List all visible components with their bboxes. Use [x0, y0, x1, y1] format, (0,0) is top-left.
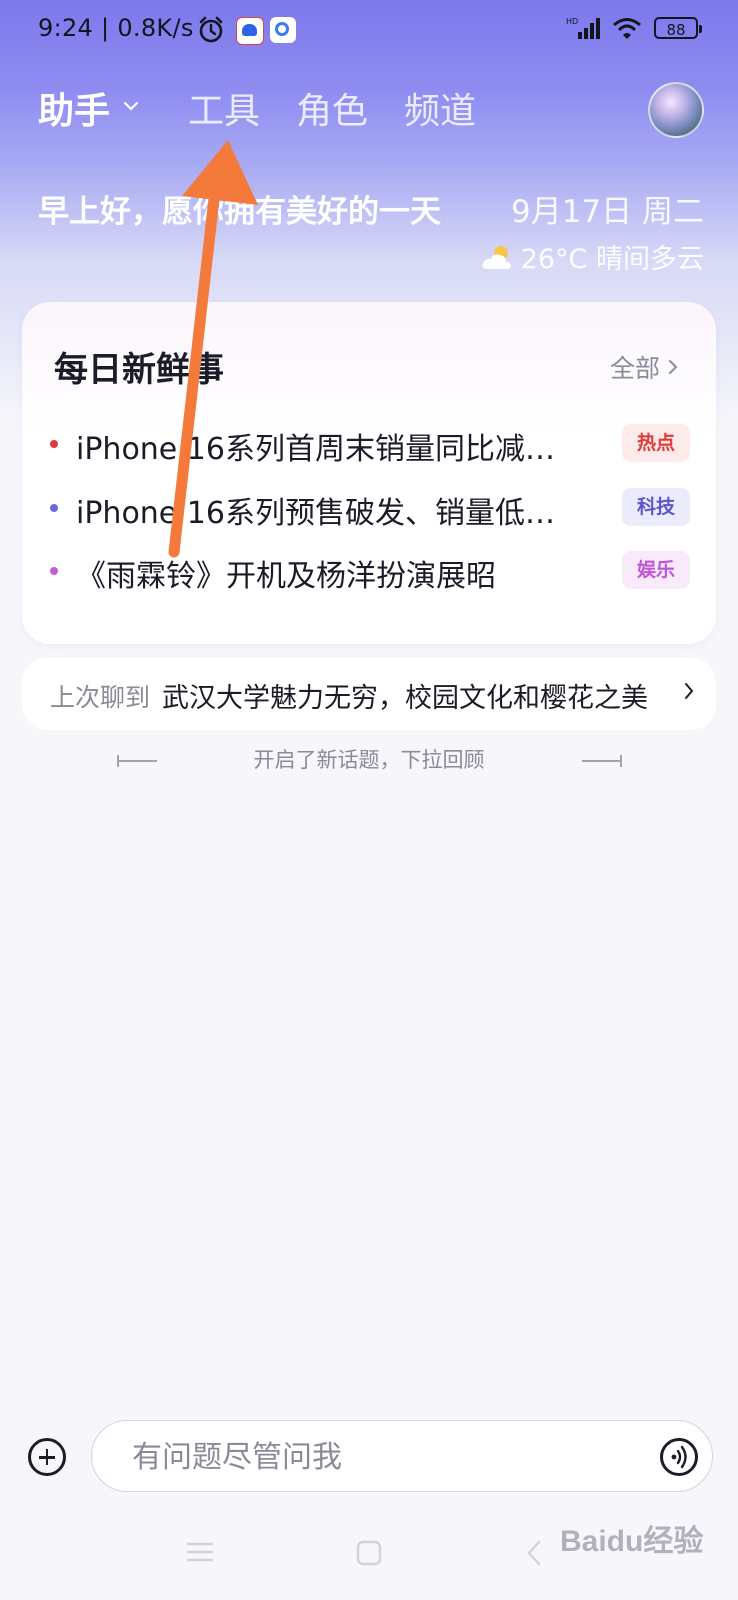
- divider-line-right: [582, 755, 622, 767]
- tab-assistant[interactable]: 助手: [38, 82, 110, 134]
- view-all-label: 全部: [609, 354, 660, 383]
- news-item-tech[interactable]: iPhone 16系列预售破发、销量低于预期 科技: [50, 488, 690, 531]
- add-attachment-button[interactable]: [28, 1438, 66, 1476]
- top-nav: 助手 工具 角色 频道: [38, 82, 700, 132]
- battery-icon: 88: [654, 17, 702, 39]
- news-dot: [50, 504, 58, 512]
- news-dot: [50, 567, 58, 575]
- pull-to-review-hint: 开启了新话题，下拉回顾: [253, 748, 485, 772]
- recent-chat-prefix: 上次聊到: [50, 683, 151, 712]
- greeting-text: 早上好，愿你拥有美好的一天: [38, 194, 441, 230]
- voice-input-button[interactable]: [660, 1438, 698, 1476]
- tab-tools[interactable]: 工具: [188, 82, 260, 134]
- chat-input[interactable]: [130, 1435, 594, 1479]
- sound-wave-icon: [671, 1445, 687, 1469]
- back-icon[interactable]: [526, 1540, 542, 1566]
- partly-cloudy-icon: [482, 245, 511, 269]
- news-item-text: iPhone 16系列预售破发、销量低于预期: [76, 496, 558, 531]
- chevron-right-icon: [669, 360, 678, 374]
- daily-news-card: 每日新鲜事 全部 iPhone 16系列首周末销量同比减少12.7% 热点 iP…: [22, 302, 716, 644]
- news-item-text: iPhone 16系列首周末销量同比减少12.7%: [76, 432, 558, 467]
- news-tag-tech: 科技: [622, 488, 690, 526]
- home-icon[interactable]: [356, 1540, 382, 1566]
- news-tag-entertainment: 娱乐: [622, 551, 690, 589]
- news-tag-hot: 热点: [622, 424, 690, 462]
- daily-news-title: 每日新鲜事: [54, 350, 224, 390]
- baidu-app-icon: [236, 17, 264, 45]
- browser-app-icon: [270, 17, 296, 43]
- date-text: 9月17日 周二: [510, 194, 704, 230]
- recent-chat-bar[interactable]: 上次聊到 武汉大学魅力无穷，校园文化和樱花之美: [22, 658, 716, 730]
- alarm-icon: [199, 16, 223, 43]
- wifi-icon: [613, 18, 641, 39]
- status-bar: 9:24 | 0.8K/s HD 88: [0, 0, 738, 64]
- news-dot: [50, 440, 58, 448]
- baidu-watermark: Baidu经验: [560, 1525, 704, 1558]
- weather-text: 26°C 晴间多云: [520, 244, 704, 275]
- tab-role[interactable]: 角色: [296, 82, 368, 134]
- recent-chat-topic: 武汉大学魅力无穷，校园文化和樱花之美: [162, 683, 648, 714]
- tab-channel[interactable]: 频道: [404, 82, 476, 134]
- chevron-right-icon: [685, 683, 694, 699]
- weather-info: 26°C 晴间多云: [481, 237, 704, 276]
- chat-input-container: [91, 1420, 713, 1492]
- avatar[interactable]: [648, 82, 704, 138]
- svg-text:HD: HD: [566, 17, 578, 26]
- news-item-entertainment[interactable]: 《雨霖铃》开机及杨洋扮演展昭 娱乐: [50, 551, 690, 594]
- signal-icon: HD: [566, 17, 600, 39]
- status-time-speed: 9:24 | 0.8K/s: [38, 14, 194, 42]
- menu-icon[interactable]: [186, 1540, 214, 1564]
- chevron-down-icon[interactable]: [123, 101, 139, 111]
- news-item-text: 《雨霖铃》开机及杨洋扮演展昭: [76, 559, 496, 594]
- news-item-hot[interactable]: iPhone 16系列首周末销量同比减少12.7% 热点: [50, 424, 690, 467]
- view-all-button[interactable]: 全部: [610, 349, 678, 385]
